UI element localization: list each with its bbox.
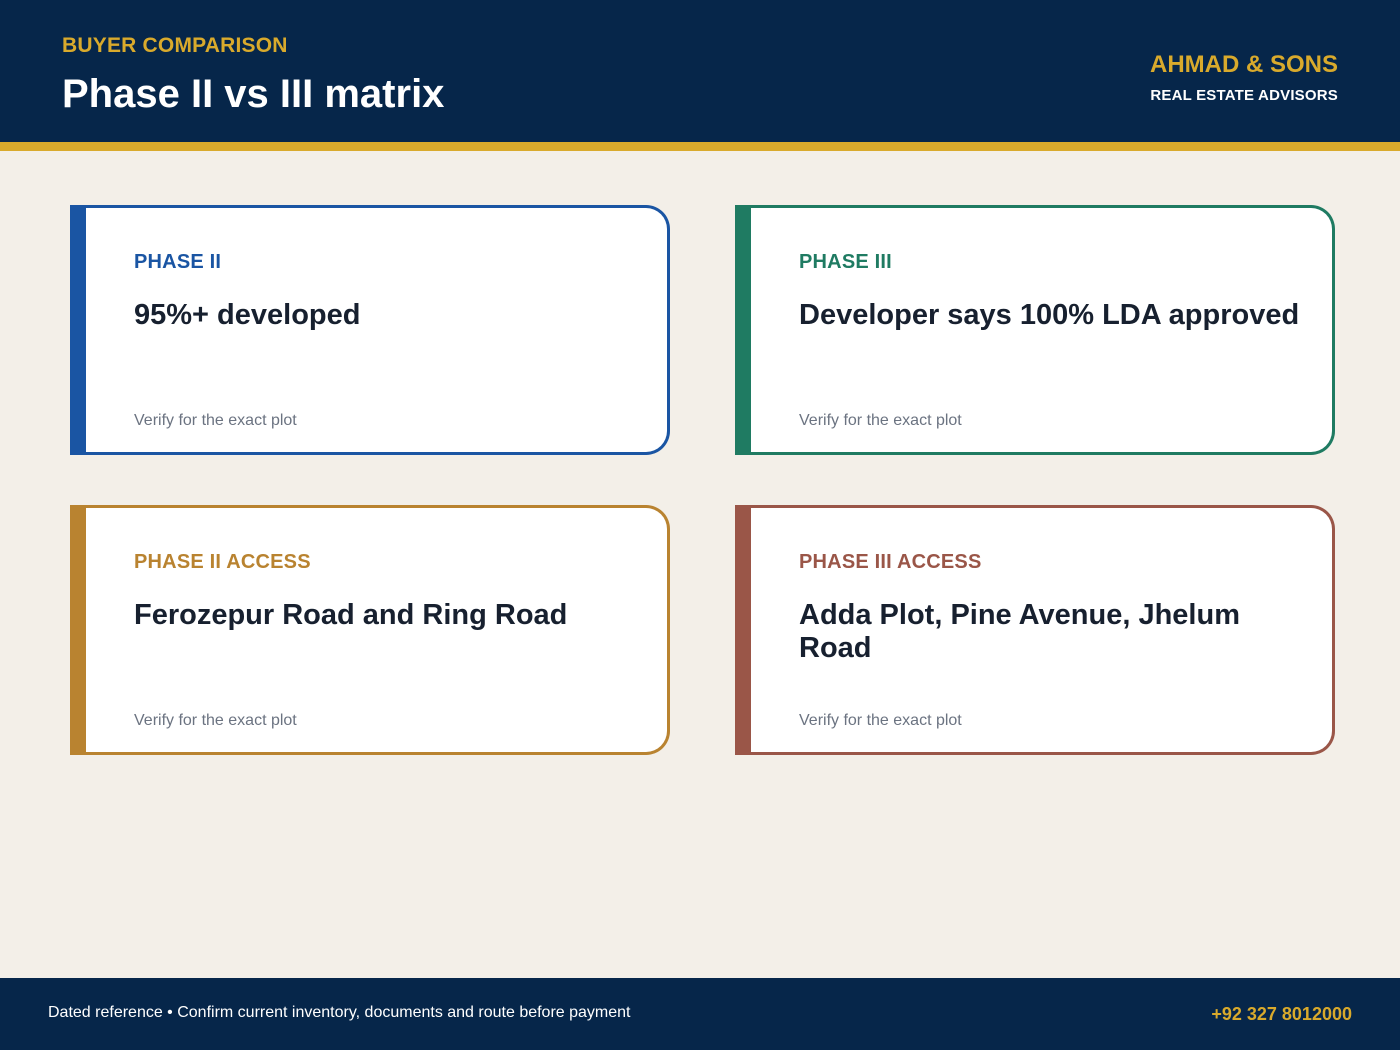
eyebrow-label: BUYER COMPARISON [62,34,288,57]
card-phase-ii: PHASE II 95%+ developed Verify for the e… [70,205,670,455]
header-banner: BUYER COMPARISON Phase II vs III matrix … [0,0,1400,142]
card-note: Verify for the exact plot [799,412,962,429]
card-label: PHASE II ACCESS [134,551,311,573]
card-label: PHASE III ACCESS [799,551,982,573]
comparison-page: BUYER COMPARISON Phase II vs III matrix … [0,0,1400,1050]
footer-phone: +92 327 8012000 [1211,1004,1352,1024]
card-value: Ferozepur Road and Ring Road [134,599,568,631]
card-body: PHASE II 95%+ developed Verify for the e… [86,205,670,455]
brand-subtitle: REAL ESTATE ADVISORS [1150,87,1338,104]
card-phase-iii: PHASE III Developer says 100% LDA approv… [735,205,1335,455]
page-title: Phase II vs III matrix [62,72,445,116]
card-body: PHASE II ACCESS Ferozepur Road and Ring … [86,505,670,755]
header-divider [0,142,1400,151]
card-body: PHASE III ACCESS Adda Plot, Pine Avenue,… [751,505,1335,755]
card-note: Verify for the exact plot [134,712,297,729]
card-note: Verify for the exact plot [134,412,297,429]
brand-block: AHMAD & SONS REAL ESTATE ADVISORS [1150,51,1338,104]
footer-bar: Dated reference • Confirm current invent… [0,978,1400,1050]
card-label: PHASE III [799,251,892,273]
brand-name: AHMAD & SONS [1149,51,1338,78]
card-value: 95%+ developed [134,299,361,331]
card-value: Developer says 100% LDA approved [799,299,1300,331]
card-phase-ii-access: PHASE II ACCESS Ferozepur Road and Ring … [70,505,670,755]
card-phase-iii-access: PHASE III ACCESS Adda Plot, Pine Avenue,… [735,505,1335,755]
card-body: PHASE III Developer says 100% LDA approv… [751,205,1335,455]
card-value: Adda Plot, Pine Avenue, Jhelum Road [799,599,1240,664]
footer-disclaimer: Dated reference • Confirm current invent… [48,1004,631,1021]
card-label: PHASE II [134,251,222,273]
card-note: Verify for the exact plot [799,712,962,729]
